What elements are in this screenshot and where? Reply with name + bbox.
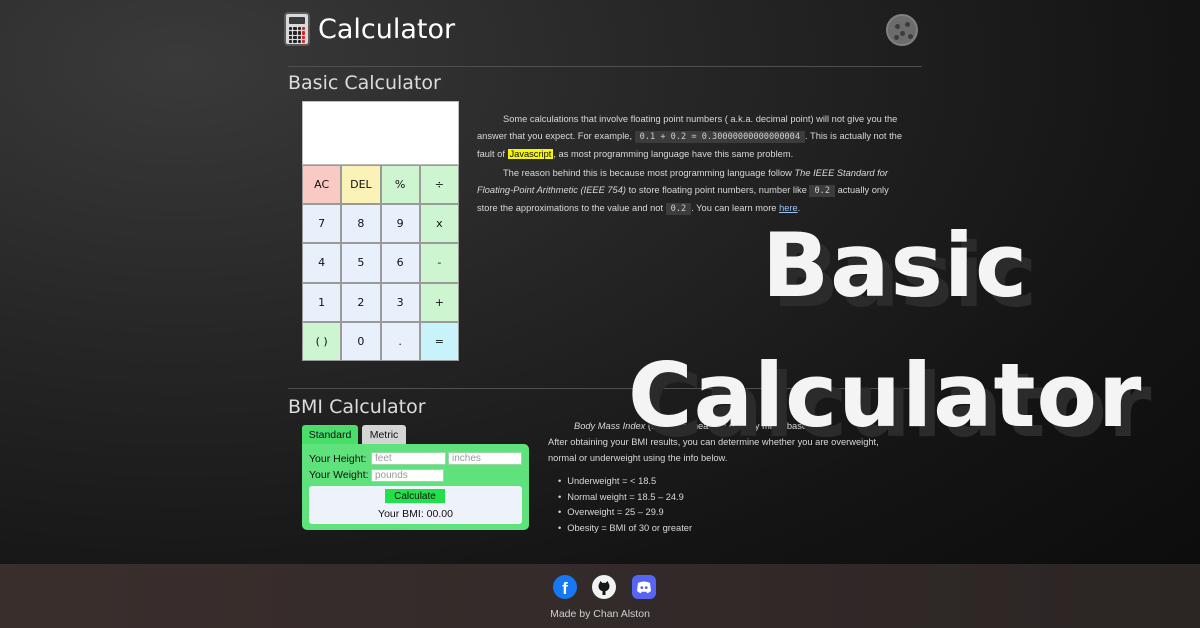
key-16[interactable]: ( ): [302, 321, 342, 361]
calculator-icon: [284, 12, 310, 46]
cookie-icon[interactable]: [886, 14, 918, 46]
calculator-keypad: AC DEL% ÷ 7 8 9 x 4 5 6- 1 2 3 + ( ) 0. =: [302, 165, 459, 361]
weight-input[interactable]: pounds: [371, 469, 444, 482]
height-inches-input[interactable]: inches: [448, 452, 522, 465]
key-8[interactable]: 4: [302, 243, 342, 283]
list-item: Obesity = BMI of 30 or greater: [558, 521, 692, 537]
key-18[interactable]: .: [380, 321, 420, 361]
key-12[interactable]: 1: [302, 282, 342, 322]
key-17[interactable]: 0: [341, 321, 381, 361]
highlight-javascript: Javascript: [507, 149, 554, 159]
key-6[interactable]: 9: [380, 204, 420, 244]
key-2[interactable]: %: [380, 165, 420, 205]
calculate-button[interactable]: Calculate: [385, 489, 445, 503]
key-9[interactable]: 5: [341, 243, 381, 283]
bmi-range-list: Underweight = < 18.5 Normal weight = 18.…: [558, 474, 692, 536]
tab-standard[interactable]: Standard: [302, 425, 358, 445]
bmi-form: Your Height: feet inches Your Weight: po…: [302, 444, 529, 530]
tab-metric[interactable]: Metric: [362, 425, 406, 445]
key-15[interactable]: +: [419, 282, 459, 322]
floating-point-paragraph-2: The reason behind this is because most p…: [477, 168, 889, 215]
basic-calculator-title: Basic Calculator: [288, 72, 441, 94]
key-4[interactable]: 7: [302, 204, 342, 244]
calculator-display: [302, 101, 459, 165]
key-3[interactable]: ÷: [419, 165, 459, 205]
key-10[interactable]: 6: [380, 243, 420, 283]
page-title: Calculator: [318, 14, 456, 45]
header: Calculator: [284, 12, 924, 52]
overlay-title-line-2: Calculator: [628, 344, 1143, 447]
made-by-text: Made by Chan Alston: [550, 608, 650, 620]
divider: [288, 66, 922, 67]
code-snippet: 0.2: [665, 203, 692, 215]
key-5[interactable]: 8: [341, 204, 381, 244]
key-11[interactable]: -: [419, 243, 459, 283]
floating-point-paragraph-1: Some calculations that involve floating …: [477, 114, 902, 159]
list-item: Underweight = < 18.5: [558, 474, 692, 490]
list-item: Normal weight = 18.5 – 24.9: [558, 490, 692, 506]
weight-label: Your Weight:: [309, 469, 369, 481]
overlay-title-line-1: Basic: [762, 214, 1029, 317]
page: Calculator Basic Calculator AC DEL% ÷ 7 8 9 x 4…: [0, 0, 1200, 628]
calculator: AC DEL% ÷ 7 8 9 x 4 5 6- 1 2 3 + ( ) 0. =: [302, 101, 459, 361]
key-0[interactable]: AC: [302, 165, 342, 205]
discord-icon[interactable]: [632, 575, 656, 599]
learn-more-link[interactable]: here: [779, 203, 798, 213]
github-icon[interactable]: [592, 575, 616, 599]
list-item: Overweight = 25 – 29.9: [558, 505, 692, 521]
key-1[interactable]: DEL: [341, 165, 381, 205]
key-13[interactable]: 2: [341, 282, 381, 322]
key-14[interactable]: 3: [380, 282, 420, 322]
height-feet-input[interactable]: feet: [371, 452, 446, 465]
bmi-result: Your BMI: 00.00: [378, 508, 453, 520]
code-snippet: 0.1 + 0.2 = 0.30000000000000004: [634, 131, 806, 143]
key-7[interactable]: x: [419, 204, 459, 244]
bmi-calculator-title: BMI Calculator: [288, 396, 426, 418]
footer: f Made by Chan Alston: [0, 564, 1200, 628]
code-snippet: 0.2: [809, 185, 835, 197]
facebook-icon[interactable]: f: [553, 575, 577, 599]
height-label: Your Height:: [309, 453, 367, 465]
bmi-result-panel: Calculate Your BMI: 00.00: [309, 486, 522, 524]
key-19[interactable]: =: [419, 321, 459, 361]
